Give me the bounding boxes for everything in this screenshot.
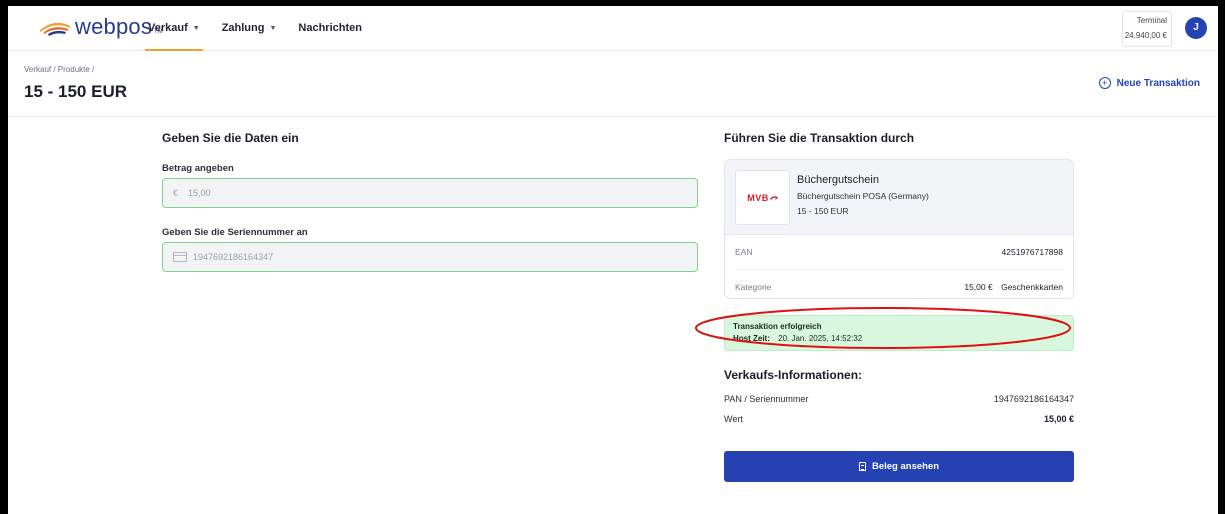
- serial-field[interactable]: 1947692186164347: [162, 242, 698, 272]
- document-icon: [858, 462, 866, 471]
- category-value: Geschenkkarten: [1001, 282, 1063, 292]
- category-row: Kategorie 15,00 € Geschenkkarten: [735, 270, 1063, 298]
- category-label: Kategorie: [735, 282, 772, 292]
- card-icon: [173, 252, 187, 262]
- page-title: 15 - 150 EUR: [24, 82, 127, 101]
- nav-nachrichten[interactable]: Nachrichten: [298, 6, 362, 50]
- nav-zahlung[interactable]: Zahlung ▼: [222, 6, 277, 50]
- transaction-heading: Führen Sie die Transaktion durch: [724, 131, 915, 145]
- serial-label: Geben Sie die Seriennummer an: [162, 227, 308, 238]
- product-subtitle: Büchergutschein POSA (Germany): [797, 191, 929, 201]
- top-bar: webpos TM Verkauf ▼ Zahlung ▼ Nachrichte…: [8, 6, 1218, 51]
- amount-label: Betrag angeben: [162, 163, 234, 174]
- category-price: 15,00 €: [964, 282, 993, 292]
- new-transaction-button[interactable]: + Neue Transaktion: [1098, 77, 1200, 89]
- red-highlight-ellipse: [695, 307, 1071, 349]
- category-value-group: 15,00 € Geschenkkarten: [964, 282, 1063, 292]
- amount-value: 15,00: [188, 188, 211, 198]
- serial-value: 1947692186164347: [193, 252, 274, 262]
- amount-field[interactable]: € 15,00: [162, 178, 698, 208]
- new-transaction-label: Neue Transaktion: [1116, 77, 1200, 89]
- mvb-logo: MVB: [735, 170, 790, 225]
- product-name: Büchergutschein: [797, 174, 879, 186]
- terminal-label: Terminal: [1136, 16, 1167, 25]
- mvb-arrow-icon: [769, 194, 778, 200]
- pan-label: PAN / Seriennummer: [724, 394, 809, 404]
- avatar[interactable]: J: [1185, 17, 1207, 39]
- product-card: MVB Büchergutschein Büchergutschein POSA…: [724, 159, 1074, 299]
- view-receipt-label: Beleg ansehen: [871, 461, 940, 472]
- product-card-header: MVB Büchergutschein Büchergutschein POSA…: [725, 160, 1073, 235]
- mvb-logo-text: MVB: [747, 192, 769, 203]
- product-range: 15 - 150 EUR: [797, 206, 849, 216]
- main-nav: Verkauf ▼ Zahlung ▼ Nachrichten: [145, 6, 384, 51]
- webpos-logo-icon: [40, 22, 70, 36]
- form-heading: Geben Sie die Daten ein: [162, 131, 299, 145]
- sales-info-heading: Verkaufs-Informationen:: [724, 368, 863, 382]
- terminal-value: 24.940,00 €: [1124, 31, 1167, 40]
- app-frame: webpos TM Verkauf ▼ Zahlung ▼ Nachrichte…: [8, 6, 1218, 514]
- nav-verkauf-label: Verkauf: [148, 22, 188, 34]
- nav-zahlung-label: Zahlung: [221, 22, 265, 34]
- ean-label: EAN: [735, 247, 753, 257]
- nav-nachrichten-label: Nachrichten: [298, 22, 362, 34]
- value-label: Wert: [724, 414, 743, 424]
- nav-verkauf[interactable]: Verkauf ▼: [145, 6, 203, 51]
- chevron-down-icon: ▼: [192, 24, 200, 32]
- terminal-balance[interactable]: Terminal 24.940,00 €: [1122, 11, 1172, 47]
- euro-icon: €: [173, 188, 179, 198]
- pan-value: 1947692186164347: [993, 394, 1074, 404]
- ean-row: EAN 4251976717898: [735, 235, 1063, 270]
- logo-text: webpos: [75, 14, 153, 39]
- view-receipt-button[interactable]: Beleg ansehen: [724, 451, 1074, 482]
- plus-circle-icon: +: [1098, 77, 1111, 89]
- value-value: 15,00 €: [1043, 414, 1074, 424]
- webpos-logo[interactable]: webpos TM: [38, 16, 163, 38]
- header-divider: [8, 116, 1218, 117]
- pan-row: PAN / Seriennummer 1947692186164347: [724, 394, 1074, 404]
- value-row: Wert 15,00 €: [724, 414, 1074, 424]
- ean-value: 4251976717898: [1001, 247, 1063, 257]
- breadcrumb[interactable]: Verkauf / Produkte /: [24, 65, 94, 74]
- chevron-down-icon: ▼: [269, 24, 277, 32]
